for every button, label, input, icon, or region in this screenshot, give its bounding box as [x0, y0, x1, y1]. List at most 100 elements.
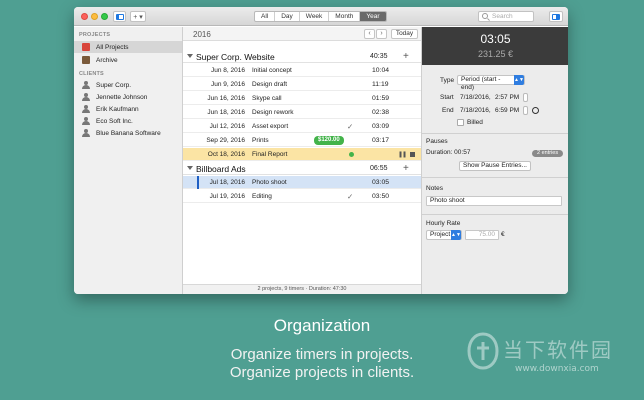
- person-icon: [82, 117, 90, 125]
- start-stepper[interactable]: [523, 93, 528, 102]
- entry-date: Jul 18, 2016: [209, 179, 245, 186]
- tab-all[interactable]: All: [255, 12, 276, 21]
- notes-title: Notes: [426, 185, 443, 192]
- add-button-label: + ▾: [133, 13, 143, 21]
- hourly-rate-title: Hourly Rate: [426, 220, 461, 227]
- entry-duration: 10:04: [372, 67, 390, 74]
- table-row[interactable]: Jun 16, 2016 Skype call 01:59: [183, 92, 421, 105]
- entry-date: Jul 12, 2016: [209, 123, 245, 130]
- type-label: Type: [440, 77, 455, 84]
- rate-source-select[interactable]: Project ▲▼: [426, 230, 462, 240]
- app-window: + ▾ All Day Week Month Year Search PROJE…: [74, 7, 568, 294]
- end-date[interactable]: 7/18/2016,: [460, 107, 491, 114]
- close-window-button[interactable]: [81, 13, 88, 20]
- previous-period-button[interactable]: ‹: [364, 29, 375, 39]
- project-group-header[interactable]: Super Corp. Website 40:35 +: [183, 50, 421, 63]
- person-icon: [82, 105, 90, 113]
- sidebar: PROJECTS All Projects Archive CLIENTS Su…: [74, 27, 183, 294]
- sidebar-item-archive[interactable]: Archive: [74, 54, 182, 66]
- sidebar-item-label: Archive: [96, 56, 118, 64]
- table-row[interactable]: Sep 29, 2016 Prints $120.00 03:17: [183, 134, 421, 147]
- project-total: 40:35: [370, 53, 388, 60]
- list-header: 2016 ‹ › Today: [183, 27, 421, 41]
- table-row[interactable]: Jul 19, 2016 Editing ✓ 03:50: [183, 190, 421, 203]
- folder-icon: [82, 43, 90, 51]
- table-row[interactable]: Jul 12, 2016 Asset export ✓ 03:09: [183, 120, 421, 133]
- add-button[interactable]: + ▾: [130, 11, 146, 22]
- minimize-window-button[interactable]: [91, 13, 98, 20]
- divider: [422, 214, 568, 215]
- divider: [422, 177, 568, 178]
- billed-check-icon: ✓: [347, 122, 354, 131]
- sidebar-toggle-button[interactable]: [113, 11, 126, 22]
- notes-field[interactable]: Photo shoot: [426, 196, 562, 206]
- sidebar-item-client[interactable]: Jennette Johnson: [74, 91, 182, 103]
- entry-title: Photo shoot: [252, 179, 287, 186]
- divider: [422, 133, 568, 134]
- table-row[interactable]: Jun 18, 2016 Design rework 02:38: [183, 106, 421, 119]
- start-date[interactable]: 7/18/2016,: [460, 94, 491, 101]
- table-row[interactable]: Jun 8, 2016 Initial concept 10:04: [183, 64, 421, 77]
- end-label: End: [442, 107, 454, 114]
- next-period-button[interactable]: ›: [376, 29, 387, 39]
- timer-amount: 231.25 €: [477, 49, 514, 59]
- entry-date: Oct 18, 2016: [207, 151, 245, 158]
- tab-week[interactable]: Week: [300, 12, 330, 21]
- entry-title: Design rework: [252, 109, 294, 116]
- type-select-value: Period (start - end): [461, 76, 501, 91]
- entry-date: Jul 19, 2016: [209, 193, 245, 200]
- clock-icon[interactable]: [532, 107, 539, 114]
- tab-day[interactable]: Day: [275, 12, 300, 21]
- period-segmented-control: All Day Week Month Year: [254, 11, 387, 22]
- start-time[interactable]: 2:57 PM: [495, 94, 519, 101]
- entry-title: Initial concept: [252, 67, 292, 74]
- show-pause-entries-button[interactable]: Show Pause Entries...: [459, 161, 531, 171]
- sidebar-item-client[interactable]: Super Corp.: [74, 79, 182, 91]
- add-timer-button[interactable]: +: [403, 163, 409, 174]
- tab-year[interactable]: Year: [360, 12, 386, 21]
- person-icon: [82, 81, 90, 89]
- sidebar-item-label: Jennette Johnson: [96, 93, 148, 101]
- timer-list: 2016 ‹ › Today Super Corp. Website 40:35…: [183, 27, 421, 294]
- billed-checkbox[interactable]: [457, 119, 464, 126]
- type-select[interactable]: Period (start - end) ▲▼: [457, 75, 525, 91]
- add-timer-button[interactable]: +: [403, 51, 409, 62]
- watermark-logo-icon: [467, 332, 499, 370]
- pauses-duration: Duration: 00:57: [426, 149, 471, 156]
- sidebar-item-all-projects[interactable]: All Projects: [74, 41, 182, 53]
- earnings-badge: $120.00: [314, 136, 344, 145]
- hourly-rate-field[interactable]: 75.00: [465, 230, 499, 240]
- disclosure-triangle-icon[interactable]: [187, 166, 193, 170]
- sidebar-item-label: Blue Banana Software: [96, 129, 161, 137]
- disclosure-triangle-icon[interactable]: [187, 54, 193, 58]
- entry-date: Jun 9, 2016: [211, 81, 245, 88]
- zoom-window-button[interactable]: [101, 13, 108, 20]
- sidebar-item-client[interactable]: Erik Kaufmann: [74, 103, 182, 115]
- project-group-header[interactable]: Billboard Ads 06:55 +: [183, 162, 421, 175]
- person-icon: [82, 93, 90, 101]
- entry-duration: 11:19: [372, 81, 389, 88]
- table-row-running[interactable]: Oct 18, 2016 Final Report ❚❚: [183, 148, 421, 161]
- sidebar-item-client[interactable]: Blue Banana Software: [74, 127, 182, 139]
- tab-month[interactable]: Month: [329, 12, 361, 21]
- rate-source-value: Project: [430, 231, 451, 238]
- entry-duration: 02:38: [372, 109, 390, 116]
- search-placeholder: Search: [492, 13, 513, 20]
- search-input[interactable]: Search: [478, 11, 534, 22]
- pause-icon[interactable]: ❚❚: [398, 151, 407, 158]
- end-time[interactable]: 6:59 PM: [495, 107, 519, 114]
- entry-date: Jun 18, 2016: [207, 109, 245, 116]
- entry-duration: 01:59: [372, 95, 390, 102]
- table-row[interactable]: Jun 9, 2016 Design draft 11:19: [183, 78, 421, 91]
- inspector-toggle-button[interactable]: [549, 11, 563, 22]
- inspector-panel: 03:05 231.25 € Type Period (start - end)…: [421, 27, 568, 294]
- table-row-selected[interactable]: Jul 18, 2016 Photo shoot 03:05: [183, 176, 421, 189]
- today-button[interactable]: Today: [391, 29, 418, 39]
- sidebar-item-label: Eco Soft Inc.: [96, 117, 133, 125]
- sidebar-item-client[interactable]: Eco Soft Inc.: [74, 115, 182, 127]
- start-label: Start: [440, 94, 454, 101]
- end-stepper[interactable]: [523, 106, 528, 115]
- sidebar-item-label: Super Corp.: [96, 81, 132, 89]
- timer-duration: 03:05: [480, 32, 511, 46]
- stop-icon[interactable]: [410, 152, 415, 157]
